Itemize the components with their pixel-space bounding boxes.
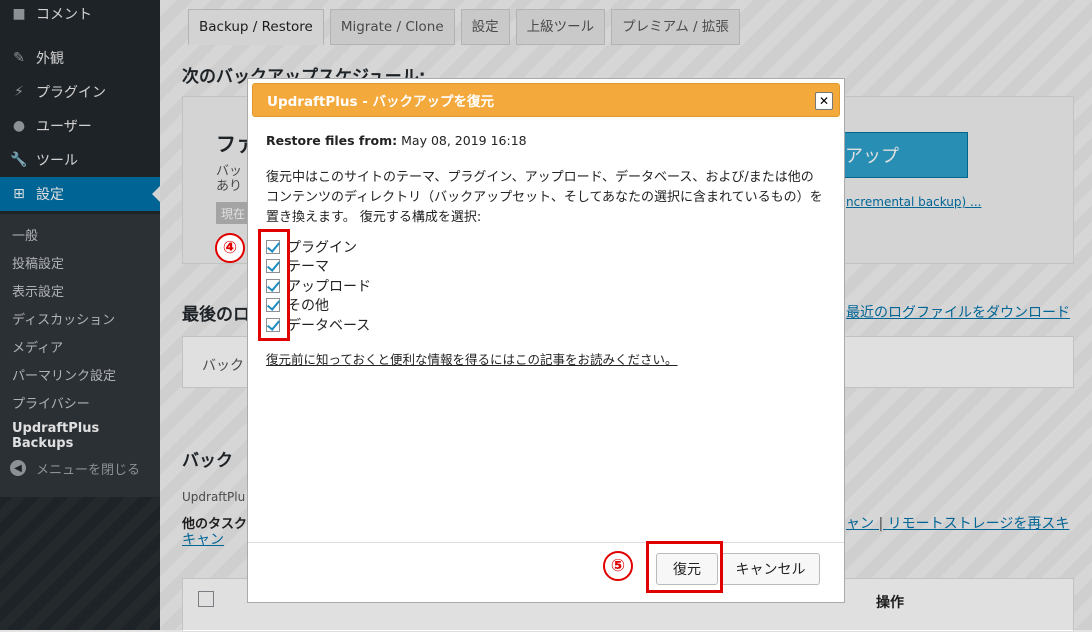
step-5-marker: ⑤ <box>603 551 633 581</box>
dialog-title: UpdraftPlus - バックアップを復元 <box>267 94 495 110</box>
restore-info-link[interactable]: 復元前に知っておくと便利な情報を得るにはこの記事をお読みください。 <box>266 349 678 368</box>
step-4-marker: ④ <box>215 233 245 263</box>
option-label: テーマ <box>287 259 329 276</box>
option-label: その他 <box>287 298 329 315</box>
restore-description: 復元中はこのサイトのテーマ、プラグイン、アップロード、データベース、および/また… <box>266 170 823 225</box>
restore-from-label: Restore files from: <box>266 133 398 148</box>
cancel-button[interactable]: キャンセル <box>721 553 820 585</box>
option-label: データベース <box>287 317 371 334</box>
restore-from-value: May 08, 2019 16:18 <box>401 133 527 148</box>
restore-from-line: Restore files from: May 08, 2019 16:18 <box>266 133 826 148</box>
dialog-body: Restore files from: May 08, 2019 16:18 復… <box>266 133 826 228</box>
checkbox-highlight-box <box>258 229 290 341</box>
dialog-titlebar: UpdraftPlus - バックアップを復元 ✕ <box>252 83 840 117</box>
option-label: アップロード <box>287 278 371 295</box>
option-label: プラグイン <box>287 239 357 256</box>
dialog-footer-divider <box>248 542 844 543</box>
restore-dialog: UpdraftPlus - バックアップを復元 ✕ Restore files … <box>247 78 845 603</box>
close-icon[interactable]: ✕ <box>815 92 833 110</box>
restore-button-highlight-box <box>646 541 723 593</box>
